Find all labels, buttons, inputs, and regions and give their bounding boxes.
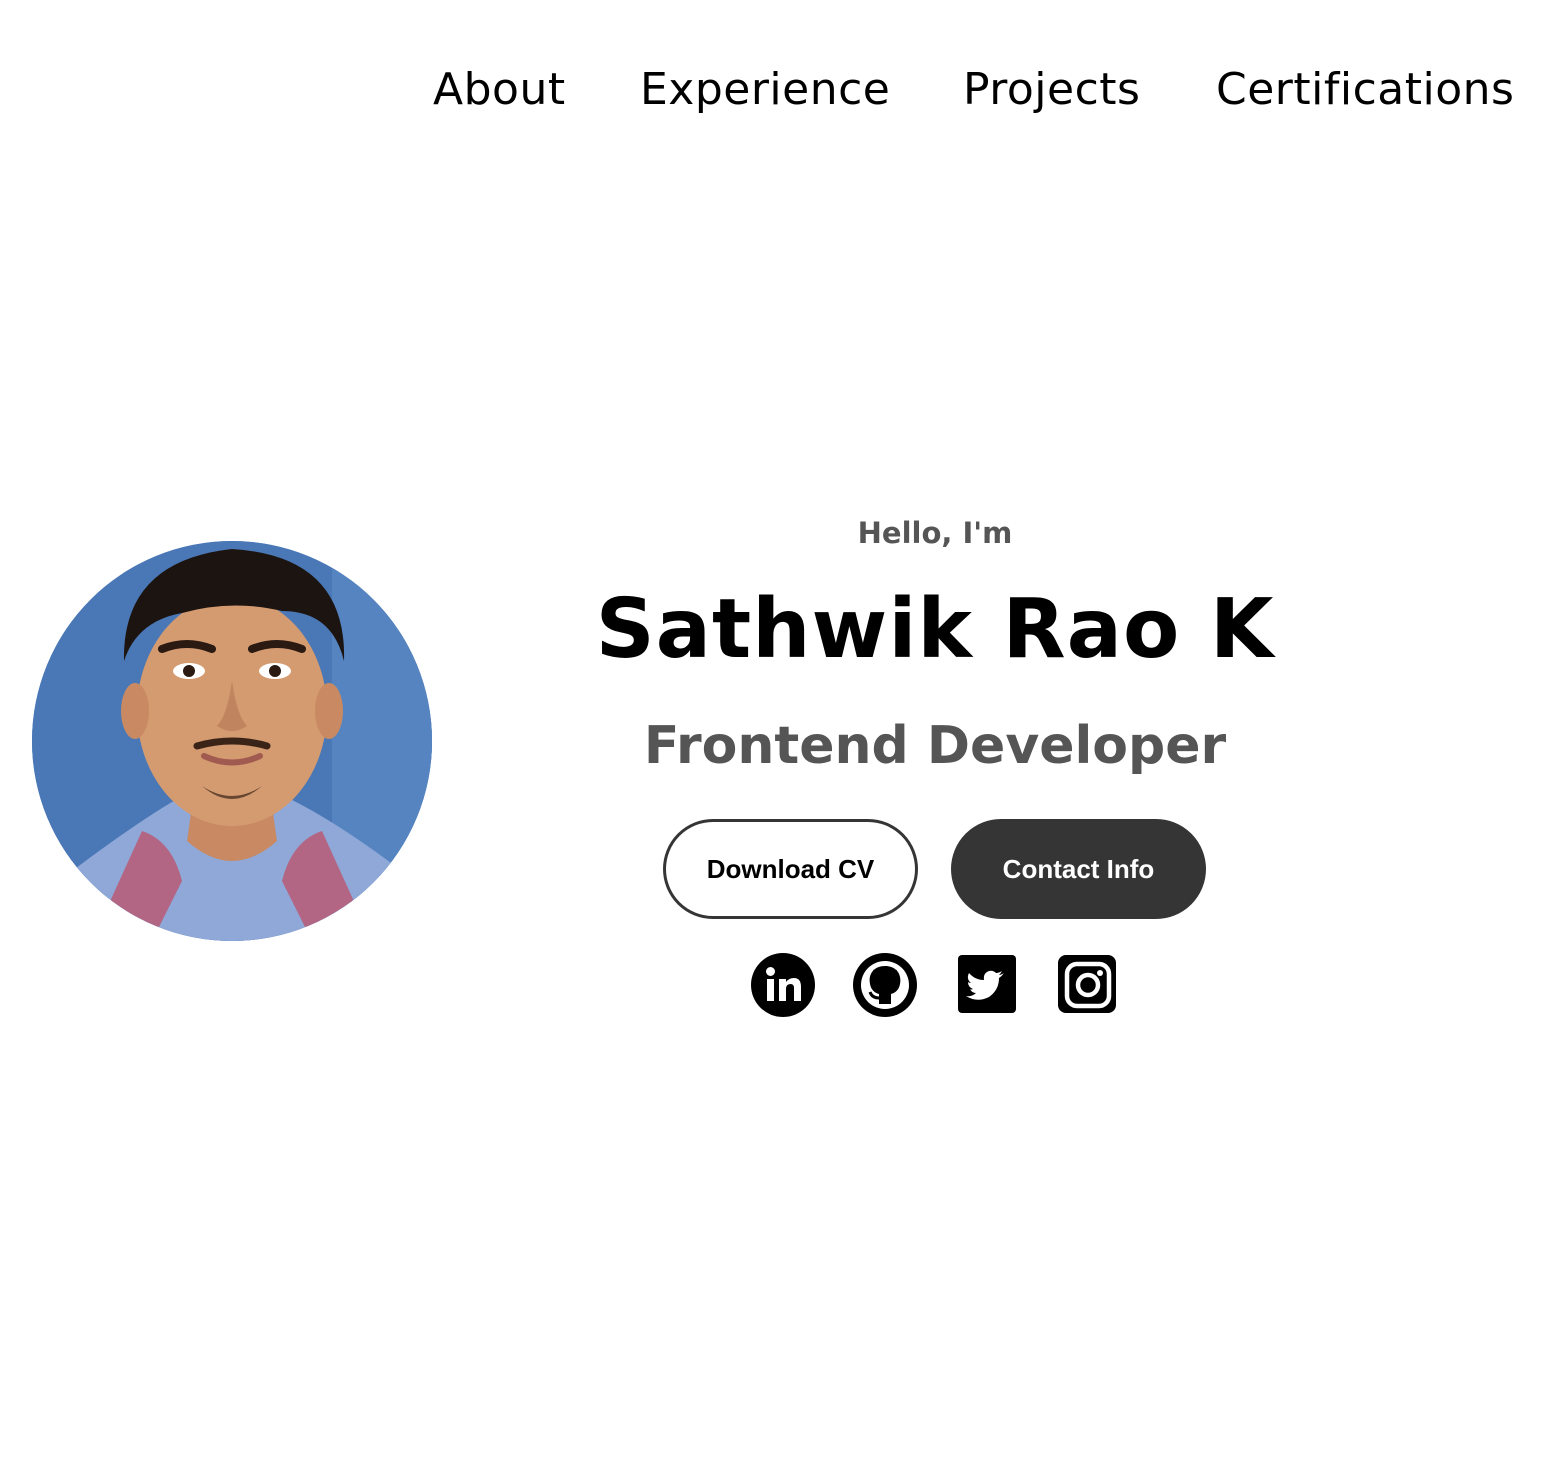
- linkedin-icon[interactable]: [750, 952, 816, 1018]
- portfolio-page: About Experience Projects Certifications: [0, 0, 1543, 1481]
- twitter-icon[interactable]: [955, 952, 1021, 1018]
- page-title: Sathwik Rao K: [595, 582, 1275, 677]
- profile-photo: [32, 541, 432, 941]
- nav-link-about[interactable]: About: [433, 58, 566, 122]
- contact-info-button[interactable]: Contact Info: [951, 819, 1206, 919]
- instagram-icon[interactable]: [1055, 952, 1121, 1018]
- nav-link-experience[interactable]: Experience: [640, 58, 890, 122]
- role-subtitle: Frontend Developer: [643, 716, 1227, 776]
- nav-link-certifications[interactable]: Certifications: [1216, 58, 1514, 122]
- top-nav: About Experience Projects Certifications: [0, 58, 1543, 122]
- github-icon[interactable]: [852, 952, 918, 1018]
- nav-link-projects[interactable]: Projects: [963, 58, 1140, 122]
- greeting-text: Hello, I'm: [857, 516, 1013, 550]
- download-cv-button[interactable]: Download CV: [663, 819, 918, 919]
